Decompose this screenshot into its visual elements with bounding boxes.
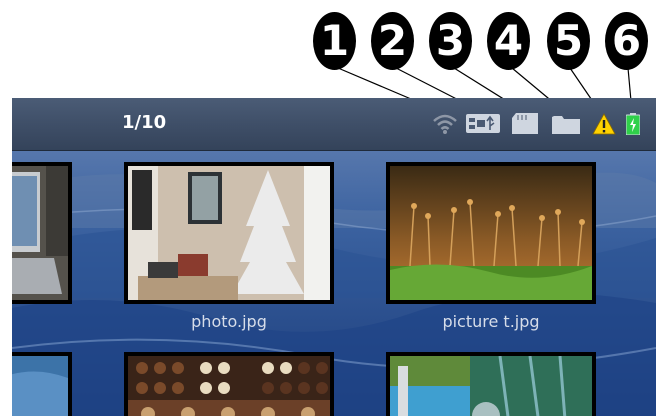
callout-1: 1: [313, 12, 356, 70]
callout-4: 4: [487, 12, 530, 70]
thumbnail-water[interactable]: [12, 352, 72, 416]
fountain-photo: [390, 356, 592, 416]
callout-2: 2: [371, 12, 414, 70]
thumbnail-laptop[interactable]: [12, 162, 72, 304]
warning-icon: [592, 113, 616, 135]
item-counter: 1/10: [122, 112, 167, 133]
thumbnail-photo-jpg[interactable]: [124, 162, 334, 304]
usb-icon: [466, 114, 500, 133]
laptop-photo: [12, 166, 68, 300]
callout-6: 6: [605, 12, 648, 70]
caption-photo-jpg: photo.jpg: [191, 312, 267, 331]
folder-icon: [552, 116, 580, 134]
battery-icon: [626, 113, 640, 135]
thumbnail-picture-t-jpg[interactable]: [386, 162, 596, 304]
thumbnail-chocolates[interactable]: [124, 352, 334, 416]
caption-picture-t-jpg: picture t.jpg: [442, 312, 540, 331]
callout-3: 3: [429, 12, 472, 70]
picture-t-jpg-image: [390, 166, 592, 300]
photo-jpg-image: [128, 166, 330, 300]
callout-5: 5: [547, 12, 590, 70]
thumbnail-fountain[interactable]: [386, 352, 596, 416]
projector-screen: 1/10 photo.jpg picture t.jpg: [12, 98, 656, 416]
memory-card-icon: [512, 113, 538, 134]
chocolates-photo: [128, 356, 330, 416]
top-status-bar: 1/10: [12, 98, 656, 151]
water-photo: [12, 356, 68, 416]
wifi-icon: [433, 114, 457, 134]
